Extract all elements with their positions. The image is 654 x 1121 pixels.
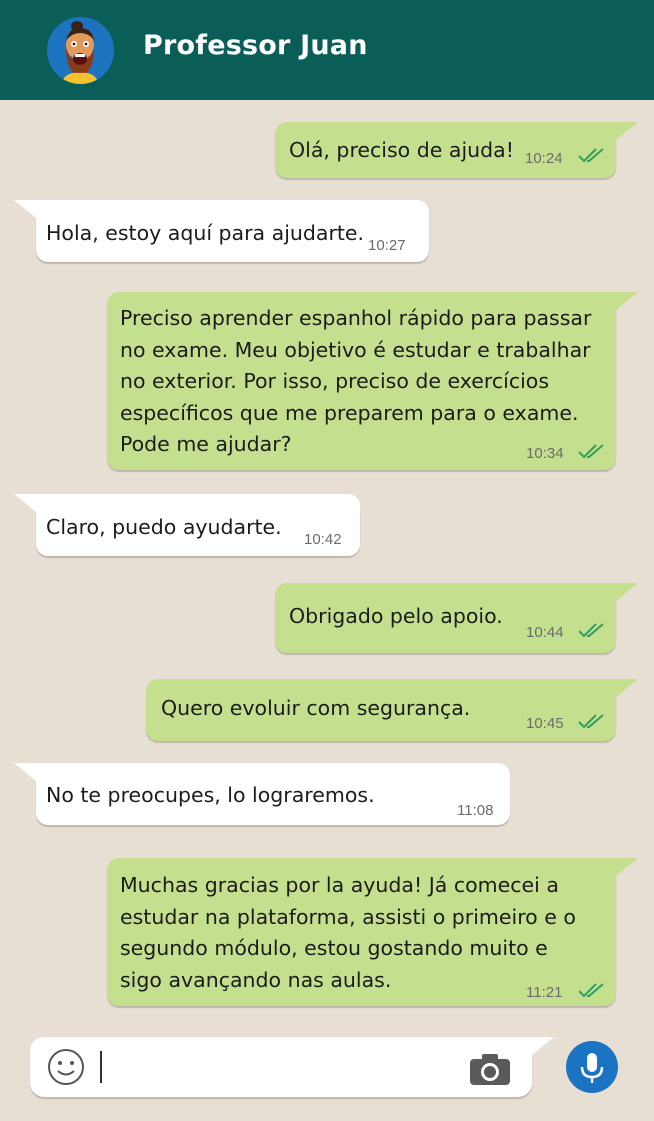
message-text: Quero evoluir com segurança. — [161, 696, 471, 720]
double-check-read-icon — [578, 623, 604, 638]
bubble-tail — [14, 763, 36, 781]
bubble-tail — [616, 583, 638, 601]
message-time: 10:27 — [368, 237, 406, 254]
message-text: Muchas gracias por la ayuda! Já comecei … — [120, 873, 576, 992]
message-text: No te preocupes, lo lograremos. — [46, 783, 375, 807]
double-check-read-icon — [578, 148, 604, 163]
message-time: 10:44 — [526, 624, 564, 641]
message-time: 10:24 — [525, 150, 563, 167]
camera-icon[interactable] — [468, 1051, 512, 1087]
bubble-tail — [616, 122, 638, 140]
message-time: 10:42 — [304, 531, 342, 548]
bubble-tail — [616, 679, 638, 697]
message-bubble-outgoing[interactable]: Quero evoluir com segurança. 10:45 — [146, 679, 638, 741]
message-bubble-outgoing[interactable]: Muchas gracias por la ayuda! Já comecei … — [107, 858, 638, 1006]
smiley-face-icon[interactable] — [46, 1047, 86, 1087]
message-bubble-incoming[interactable]: No te preocupes, lo lograremos. 11:08 — [14, 763, 510, 825]
message-bubble-incoming[interactable]: Claro, puedo ayudarte. 10:42 — [14, 494, 360, 556]
message-text: Claro, puedo ayudarte. — [46, 515, 282, 539]
bubble-tail — [532, 1037, 554, 1055]
text-cursor — [100, 1051, 102, 1083]
message-time: 11:21 — [526, 984, 563, 1001]
message-bubble-outgoing[interactable]: Obrigado pelo apoio. 10:44 — [275, 583, 638, 653]
chat-header: Professor Juan — [0, 0, 654, 100]
message-bubble-incoming[interactable]: Hola, estoy aquí para ajudarte. 10:27 — [14, 200, 429, 262]
bubble-tail — [14, 494, 36, 512]
message-time: 11:08 — [457, 802, 494, 819]
message-text: Hola, estoy aquí para ajudarte. — [46, 221, 365, 245]
contact-name[interactable]: Professor Juan — [143, 30, 368, 61]
double-check-read-icon — [578, 714, 604, 729]
bubble-tail — [14, 200, 36, 218]
double-check-read-icon — [578, 444, 604, 459]
message-bubble-outgoing[interactable]: Olá, preciso de ajuda! 10:24 — [275, 122, 638, 178]
message-input[interactable] — [106, 1047, 456, 1087]
microphone-icon — [580, 1053, 604, 1083]
message-time: 10:45 — [526, 715, 564, 732]
microphone-button[interactable] — [566, 1041, 618, 1093]
message-text: Olá, preciso de ajuda! — [289, 138, 514, 162]
double-check-read-icon — [578, 983, 604, 998]
bubble-tail — [616, 292, 638, 310]
message-bubble-outgoing[interactable]: Preciso aprender espanhol rápido para pa… — [107, 292, 638, 470]
bearded-cartoon-man-avatar-icon — [47, 17, 114, 84]
bubble-tail — [616, 858, 638, 876]
message-text: Obrigado pelo apoio. — [289, 604, 503, 628]
message-text: Preciso aprender espanhol rápido para pa… — [120, 306, 592, 456]
message-composer — [30, 1037, 554, 1097]
avatar[interactable] — [47, 17, 114, 84]
message-time: 10:34 — [526, 445, 564, 462]
